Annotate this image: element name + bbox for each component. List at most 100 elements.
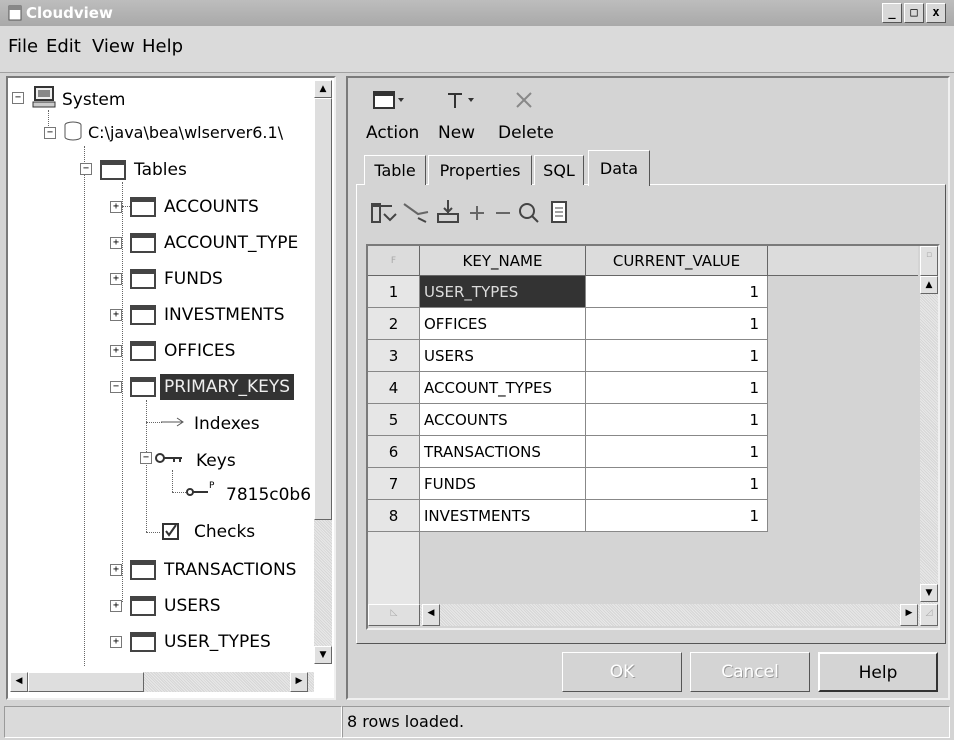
collapse-toggle-icon[interactable]: − [44, 127, 56, 139]
new-button-label[interactable]: New [438, 123, 475, 143]
tree-item-table[interactable]: FUNDS [164, 269, 223, 289]
scroll-down-icon[interactable]: ▼ [920, 584, 938, 602]
app-icon [8, 5, 22, 21]
scroll-right-icon[interactable]: ▶ [900, 604, 918, 626]
scroll-up-icon[interactable]: ▲ [314, 80, 332, 98]
scroll-down-icon[interactable]: ▼ [314, 646, 332, 664]
grid-horizontal-scrollbar[interactable] [368, 604, 920, 626]
row-number[interactable]: 5 [368, 404, 420, 436]
minimize-button[interactable]: _ [882, 3, 902, 23]
tree-item-table[interactable]: OFFICES [164, 341, 235, 361]
tab-properties[interactable]: Properties [428, 155, 532, 185]
table-icon [130, 632, 156, 652]
document-icon[interactable] [551, 201, 567, 223]
menu-help[interactable]: Help [142, 36, 183, 57]
tree-item-table[interactable]: ACCOUNTS [164, 197, 259, 217]
expand-toggle-icon[interactable]: + [110, 600, 122, 612]
tree-item-keys[interactable]: Keys [196, 451, 236, 471]
cancel-button[interactable]: Cancel [690, 652, 810, 692]
ok-button[interactable]: OK [562, 652, 682, 692]
action-button-label[interactable]: Action [366, 123, 419, 143]
scroll-up-icon[interactable]: ▲ [920, 276, 938, 294]
row-number[interactable]: 1 [368, 276, 420, 308]
row-number[interactable]: 3 [368, 340, 420, 372]
expand-toggle-icon[interactable]: + [110, 564, 122, 576]
collapse-toggle-icon[interactable]: − [140, 452, 152, 464]
import-icon[interactable] [437, 200, 459, 223]
expand-toggle-icon[interactable]: + [110, 201, 122, 213]
current-value-cell[interactable]: 1 [586, 500, 768, 532]
key-name-cell[interactable]: FUNDS [420, 468, 586, 500]
tree-item-table[interactable]: USER_TYPES [164, 632, 271, 652]
expand-toggle-icon[interactable]: + [110, 237, 122, 249]
menu-file[interactable]: File [8, 36, 38, 57]
tree-item-table-selected[interactable]: PRIMARY_KEYS [160, 374, 295, 400]
column-header-key-name[interactable]: KEY_NAME [420, 246, 586, 276]
status-bar-message: 8 rows loaded. [342, 706, 950, 738]
current-value-cell[interactable]: 1 [586, 372, 768, 404]
current-value-cell[interactable]: 1 [586, 308, 768, 340]
table-icon [130, 560, 156, 580]
maximize-button[interactable]: □ [904, 3, 924, 23]
scroll-right-icon[interactable]: ▶ [290, 672, 308, 692]
current-value-cell[interactable]: 1 [586, 276, 768, 308]
tree-item-table[interactable]: ACCOUNT_TYPE [164, 233, 314, 253]
tab-data[interactable]: Data [588, 150, 650, 186]
scroll-left-icon[interactable]: ◀ [10, 672, 28, 692]
row-number[interactable]: 4 [368, 372, 420, 404]
tab-table[interactable]: Table [364, 155, 426, 185]
current-value-cell[interactable]: 1 [586, 404, 768, 436]
new-icon[interactable] [444, 88, 480, 112]
current-value-cell[interactable]: 1 [586, 340, 768, 372]
expand-toggle-icon[interactable]: + [110, 345, 122, 357]
key-name-cell[interactable]: OFFICES [420, 308, 586, 340]
title-bar[interactable]: Cloudview _ □ x [0, 0, 954, 26]
menu-view[interactable]: View [92, 36, 135, 57]
tree-item-tables[interactable]: Tables [134, 160, 187, 180]
key-icon [155, 453, 182, 463]
find-icon[interactable] [519, 203, 539, 223]
expand-toggle-icon[interactable]: + [110, 273, 122, 285]
add-icon[interactable] [470, 206, 484, 220]
menu-edit[interactable]: Edit [46, 36, 81, 57]
current-value-cell[interactable]: 1 [586, 436, 768, 468]
tree-item-table[interactable]: USERS [164, 596, 221, 616]
tree-item-table[interactable]: TRANSACTIONS [164, 560, 314, 580]
delete-icon[interactable] [512, 88, 536, 112]
row-number[interactable]: 2 [368, 308, 420, 340]
collapse-toggle-icon[interactable]: − [12, 92, 24, 104]
grid-corner[interactable]: F [368, 246, 420, 276]
expand-toggle-icon[interactable]: + [110, 636, 122, 648]
row-number[interactable]: 8 [368, 500, 420, 532]
tree-item-server[interactable]: C:\java\bea\wlserver6.1\ [88, 123, 283, 142]
scroll-left-icon[interactable]: ◀ [422, 604, 440, 626]
collapse-toggle-icon[interactable]: − [110, 381, 122, 393]
current-value-cell[interactable]: 1 [586, 468, 768, 500]
tree-item-key-id[interactable]: 7815c0b6 [226, 485, 318, 505]
close-button[interactable]: x [926, 3, 946, 23]
collapse-toggle-icon[interactable]: − [80, 163, 92, 175]
tree-item-table[interactable]: INVESTMENTS [164, 305, 285, 325]
tree-item-checks[interactable]: Checks [194, 522, 255, 542]
delete-button-label[interactable]: Delete [498, 123, 554, 143]
undo-icon[interactable] [403, 203, 429, 223]
row-number[interactable]: 6 [368, 436, 420, 468]
key-name-cell[interactable]: INVESTMENTS [420, 500, 586, 532]
tree-item-indexes[interactable]: Indexes [194, 414, 260, 434]
key-name-cell[interactable]: ACCOUNT_TYPES [420, 372, 586, 404]
key-name-cell[interactable]: TRANSACTIONS [420, 436, 586, 468]
expand-toggle-icon[interactable]: + [110, 309, 122, 321]
grid-vertical-scrollbar[interactable] [920, 246, 938, 604]
scroll-thumb[interactable] [314, 98, 332, 520]
key-name-cell[interactable]: USERS [420, 340, 586, 372]
tree-item-system[interactable]: System [62, 90, 125, 110]
insert-row-icon[interactable] [371, 203, 397, 223]
scroll-thumb[interactable] [28, 672, 144, 692]
key-name-cell[interactable]: USER_TYPES [420, 276, 586, 308]
tab-sql[interactable]: SQL [534, 155, 584, 185]
column-header-current-value[interactable]: CURRENT_VALUE [586, 246, 768, 276]
help-button[interactable]: Help [818, 652, 938, 692]
key-name-cell[interactable]: ACCOUNTS [420, 404, 586, 436]
action-icon[interactable] [372, 88, 408, 112]
row-number[interactable]: 7 [368, 468, 420, 500]
